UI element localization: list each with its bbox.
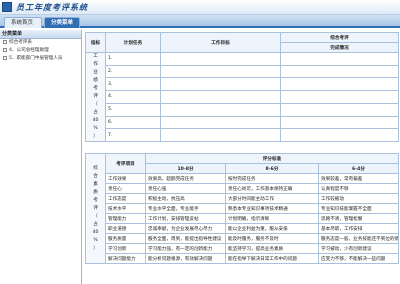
status-cell[interactable] — [280, 90, 399, 104]
target-cell[interactable] — [160, 52, 281, 66]
tree-toggle-icon[interactable] — [3, 47, 7, 52]
plan-row-index: 1. — [105, 52, 161, 66]
app-title: 员工年度考评系统 — [16, 2, 88, 12]
target-cell[interactable] — [160, 115, 281, 130]
tab-category-menu[interactable]: 分类菜单 — [44, 17, 80, 28]
status-cell[interactable] — [280, 102, 399, 117]
table-row: 管理能力 工作计划，安排管理妥帖 计划明确，指示清晰 思路不清，管理松懈 — [86, 213, 399, 224]
table-row: 工作态度 积极主动，抗压高 大部分时间能主动工作 工作较被动 — [86, 193, 399, 204]
plan-row-index: 2. — [105, 64, 161, 79]
col-target: 工作目标 — [160, 32, 281, 53]
col-level-high: 10-8分 — [145, 163, 226, 174]
target-cell[interactable] — [160, 64, 281, 79]
tab-home[interactable]: 系统首页 — [4, 17, 42, 28]
main-content: 指标 计划任务 工作目标 综合考评 完成情况 工作业绩考评（占40%） 1. 2… — [83, 30, 400, 284]
col-plan: 计划任务 — [105, 32, 161, 53]
table-row: 服务质量 服务全面，周到，能提出指导性建议 能及时服务，服务不及时 服务态度一般，业务… — [86, 233, 399, 244]
title-bar: 员工年度考评系统 — [0, 0, 400, 15]
plan-group-header: 综合考评 — [280, 32, 399, 43]
col-item: 考评项目 — [105, 153, 146, 174]
target-cell[interactable] — [160, 128, 281, 142]
plan-row-index: 6. — [105, 115, 161, 130]
tree-toggle-icon[interactable] — [3, 39, 7, 44]
sidebar-item-label: 4、公司总经理助理 — [9, 48, 49, 53]
col-level-mid: 8-6分 — [225, 163, 319, 174]
table-row: 技术水平 专业水平全面，专业能手 熟悉本专业知识事项技术精通 专业知识技能掌握不全面 — [86, 203, 399, 214]
table-row: 解决问题能力 能分析问题根源，有效解决问题 能在指导下解决日常工作中的问题 应变力不够… — [86, 253, 399, 264]
app-logo-icon — [2, 2, 12, 12]
plan-row-index: 3. — [105, 77, 161, 92]
sidebar-item-managers[interactable]: 5、职能部门中层管理人员 — [0, 55, 81, 63]
target-cell[interactable] — [160, 102, 281, 117]
quality-table: 综合素质考评（占40%） 考评项目 评分标准 10-8分 8-6分 6-4分 工… — [85, 153, 399, 264]
status-cell[interactable] — [280, 64, 399, 79]
status-cell[interactable] — [280, 128, 399, 142]
quality-group-header: 评分标准 — [145, 153, 399, 164]
status-cell[interactable] — [280, 52, 399, 66]
plan-row-index: 5. — [105, 102, 161, 117]
sidebar-item-assistant[interactable]: 4、公司总经理助理 — [0, 47, 81, 55]
status-cell[interactable] — [280, 77, 399, 92]
table-row: 职业道德 忠诚奉献，为企业发展尽心尽力 能以企业利益为重，服从安排 基本尽职，工作安排 — [86, 223, 399, 234]
col-status: 完成情况 — [280, 42, 399, 53]
sidebar-header: 分类菜单 — [0, 30, 81, 39]
status-cell[interactable] — [280, 115, 399, 130]
table-row: 工作效果 效果高，超额完成任务 按时完成任务 效果较差，常有偏差 — [86, 173, 399, 184]
quality-section-label: 综合素质考评（占40%） — [85, 153, 106, 264]
table-row: 学习创新 学习能力强，有一定的创新能力 能坚持学习，提高业务素质 学习被动，少有创新建… — [86, 243, 399, 254]
tree-toggle-icon[interactable] — [3, 55, 7, 60]
sidebar-item-overall[interactable]: 综合考评表 — [0, 39, 81, 47]
col-level-low: 6-4分 — [318, 163, 399, 174]
tab-bar: 系统首页 分类菜单 — [0, 15, 400, 28]
target-cell[interactable] — [160, 90, 281, 104]
performance-section-label: 工作业绩考评（占40%） — [85, 52, 106, 142]
table-row: 责任心 责任心强 责任心尚可，工作基本保持正确 认真程度不够 — [86, 183, 399, 194]
plan-table: 指标 计划任务 工作目标 综合考评 完成情况 工作业绩考评（占40%） 1. 2… — [85, 32, 399, 142]
sidebar-item-label: 5、职能部门中层管理人员 — [9, 56, 63, 61]
sidebar-item-label: 综合考评表 — [9, 40, 32, 45]
plan-row-index: 4. — [105, 90, 161, 104]
sidebar: 分类菜单 综合考评表 4、公司总经理助理 5、职能部门中层管理人员 — [0, 30, 82, 284]
target-cell[interactable] — [160, 77, 281, 92]
plan-row-index: 7. — [105, 128, 161, 142]
col-seq: 指标 — [85, 32, 106, 53]
